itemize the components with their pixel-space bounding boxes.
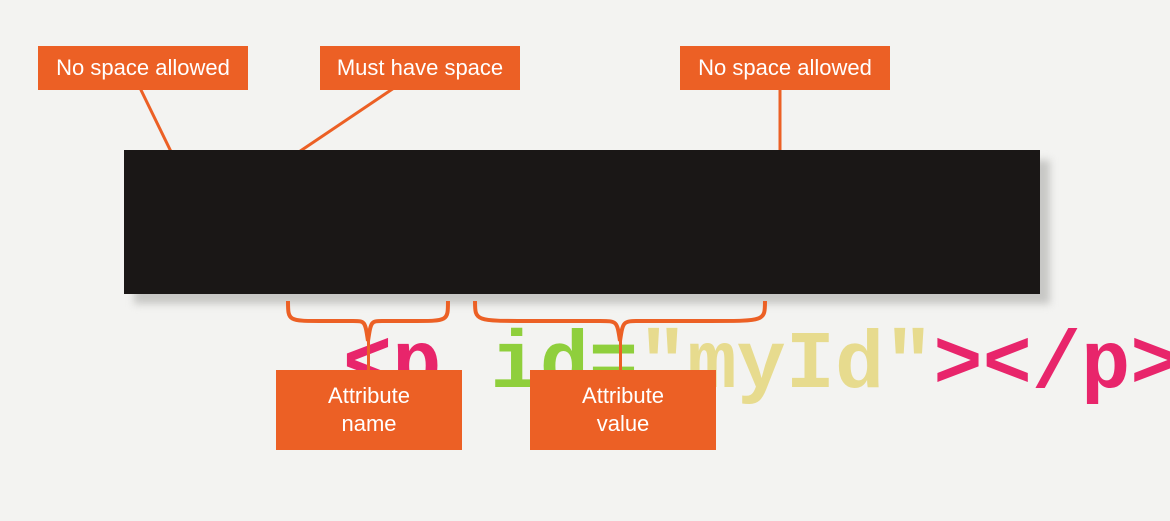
code-block: <p id="myId"></p>: [124, 150, 1040, 294]
diagram-canvas: No space allowed Must have space No spac…: [0, 0, 1170, 521]
connector-line: [619, 338, 622, 370]
token-gt: >: [933, 319, 982, 412]
connector-line: [367, 338, 370, 370]
callout-no-space-right: No space allowed: [680, 46, 890, 90]
callout-no-space-left: No space allowed: [38, 46, 248, 90]
callout-must-have-space: Must have space: [320, 46, 520, 90]
token-quote-close: ": [884, 319, 933, 412]
callout-attr-value: Attribute value: [530, 370, 716, 450]
callout-attr-name: Attribute name: [276, 370, 462, 450]
token-close-p: </p>: [983, 319, 1170, 412]
